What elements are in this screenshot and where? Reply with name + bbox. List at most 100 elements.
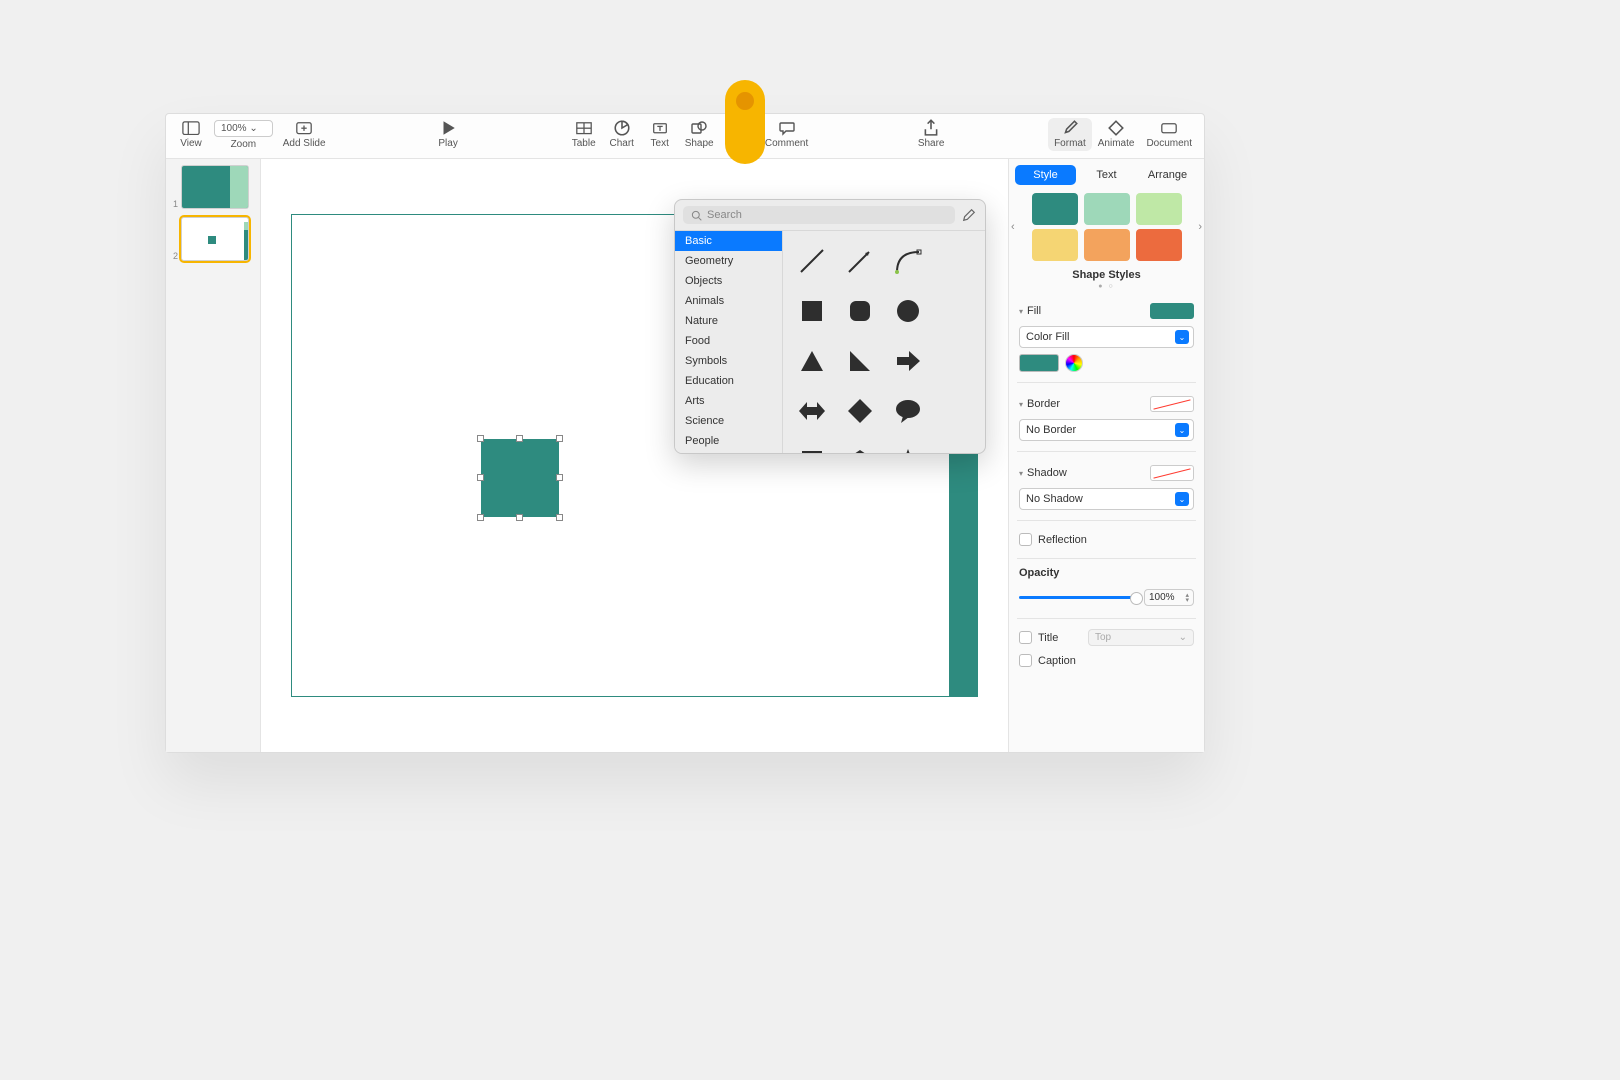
style-swatch-row [1009, 229, 1204, 261]
add-slide-button[interactable]: Add Slide [277, 118, 332, 151]
shape-double-arrow[interactable] [789, 387, 835, 435]
styles-next[interactable]: › [1194, 217, 1204, 237]
page-dots: ● ○ [1009, 283, 1204, 290]
selected-rectangle-shape[interactable] [481, 439, 559, 517]
shape-triangle[interactable] [789, 337, 835, 385]
resize-handle[interactable] [516, 514, 523, 521]
slide-thumbnail[interactable] [181, 165, 249, 209]
shape-right-triangle[interactable] [837, 337, 883, 385]
border-preview[interactable] [1150, 396, 1194, 412]
style-swatch[interactable] [1032, 229, 1078, 261]
pie-chart-icon [613, 120, 631, 136]
slide-thumbnail-selected[interactable] [181, 217, 249, 261]
slide-number: 2 [172, 251, 178, 261]
shape-category-item[interactable]: People [675, 431, 782, 451]
shape-category-item[interactable]: Objects [675, 271, 782, 291]
format-label: Format [1054, 138, 1086, 149]
resize-handle[interactable] [477, 474, 484, 481]
text-button[interactable]: Text [641, 118, 679, 151]
shape-arrow-right[interactable] [885, 337, 931, 385]
shape-category-item[interactable]: Animals [675, 291, 782, 311]
resize-handle[interactable] [516, 435, 523, 442]
style-swatch[interactable] [1032, 193, 1078, 225]
shapes-search-input[interactable]: Search [683, 206, 955, 224]
resize-handle[interactable] [556, 474, 563, 481]
tab-text[interactable]: Text [1076, 165, 1137, 185]
shape-star[interactable] [885, 437, 931, 453]
shape-speech-bubble[interactable] [885, 387, 931, 435]
animate-button[interactable]: Animate [1092, 118, 1141, 151]
share-button[interactable]: Share [912, 118, 951, 151]
comment-label: Comment [765, 138, 808, 149]
shape-category-item[interactable]: Places [675, 451, 782, 453]
style-swatch[interactable] [1136, 193, 1182, 225]
shape-rounded-square[interactable] [837, 287, 883, 335]
tab-style[interactable]: Style [1015, 165, 1076, 185]
shape-button[interactable]: Shape [679, 118, 720, 151]
title-checkbox[interactable] [1019, 631, 1032, 644]
tab-arrange[interactable]: Arrange [1137, 165, 1198, 185]
slide-thumb-1[interactable]: 1 [172, 165, 254, 209]
slide-navigator[interactable]: 1 2 [166, 159, 261, 752]
shape-category-item[interactable]: Symbols [675, 351, 782, 371]
zoom-value[interactable]: 100% ⌄ [214, 120, 273, 137]
opacity-slider[interactable] [1019, 596, 1138, 599]
shape-category-item[interactable]: Nature [675, 311, 782, 331]
shape-label: Shape [685, 138, 714, 149]
shape-category-item[interactable]: Geometry [675, 251, 782, 271]
shape-line[interactable] [789, 237, 835, 285]
shape-category-item[interactable]: Science [675, 411, 782, 431]
style-swatch-row [1009, 193, 1204, 225]
inspector-tabs[interactable]: Style Text Arrange [1015, 165, 1198, 185]
shadow-preview[interactable] [1150, 465, 1194, 481]
fill-type-dropdown[interactable]: Color Fill ⌄ [1019, 326, 1194, 348]
slide-number: 1 [172, 199, 178, 209]
resize-handle[interactable] [477, 435, 484, 442]
play-button[interactable]: Play [429, 118, 467, 151]
resize-handle[interactable] [556, 514, 563, 521]
shape-category-item[interactable]: Food [675, 331, 782, 351]
play-label: Play [438, 138, 457, 149]
shapes-popover: Search BasicGeometryObjectsAnimalsNature… [674, 199, 986, 454]
style-swatch[interactable] [1136, 229, 1182, 261]
slide-thumb-2[interactable]: 2 [172, 217, 254, 261]
shape-arrow-line[interactable] [837, 237, 883, 285]
chevron-down-icon[interactable]: ▾ [1019, 307, 1023, 316]
zoom-control[interactable]: 100% ⌄ Zoom [210, 118, 277, 152]
shape-circle[interactable] [885, 287, 931, 335]
shape-category-list[interactable]: BasicGeometryObjectsAnimalsNatureFoodSym… [675, 231, 783, 453]
shape-category-item[interactable]: Arts [675, 391, 782, 411]
shape-category-item[interactable]: Basic [675, 231, 782, 251]
view-button[interactable]: View [172, 118, 210, 151]
resize-handle[interactable] [477, 514, 484, 521]
shadow-type-dropdown[interactable]: No Shadow ⌄ [1019, 488, 1194, 510]
chevron-down-icon[interactable]: ▾ [1019, 400, 1023, 409]
title-position-dropdown[interactable]: Top⌄ [1088, 629, 1194, 646]
comment-button[interactable]: Comment [759, 118, 814, 151]
chevron-down-icon[interactable]: ▾ [1019, 469, 1023, 478]
format-button[interactable]: Format [1048, 118, 1092, 151]
reflection-checkbox[interactable] [1019, 533, 1032, 546]
shape-diamond[interactable] [837, 387, 883, 435]
edit-shapes-button[interactable] [961, 207, 977, 223]
shape-category-item[interactable]: Education [675, 371, 782, 391]
opacity-stepper[interactable]: 100% ▴▾ [1144, 589, 1194, 606]
style-swatch[interactable] [1084, 229, 1130, 261]
slide-canvas[interactable]: Search BasicGeometryObjectsAnimalsNature… [261, 159, 1008, 752]
document-label: Document [1146, 138, 1192, 149]
border-type-dropdown[interactable]: No Border ⌄ [1019, 419, 1194, 441]
table-label: Table [572, 138, 596, 149]
shape-square[interactable] [789, 287, 835, 335]
caption-checkbox[interactable] [1019, 654, 1032, 667]
table-button[interactable]: Table [565, 118, 603, 151]
document-button[interactable]: Document [1140, 118, 1198, 151]
shape-callout-square[interactable] [789, 437, 835, 453]
chart-button[interactable]: Chart [603, 118, 641, 151]
color-wheel-button[interactable] [1065, 354, 1083, 372]
fill-color-chip[interactable] [1019, 354, 1059, 372]
resize-handle[interactable] [556, 435, 563, 442]
fill-preview[interactable] [1150, 303, 1194, 319]
style-swatch[interactable] [1084, 193, 1130, 225]
shape-pentagon[interactable] [837, 437, 883, 453]
shape-curve[interactable] [885, 237, 931, 285]
